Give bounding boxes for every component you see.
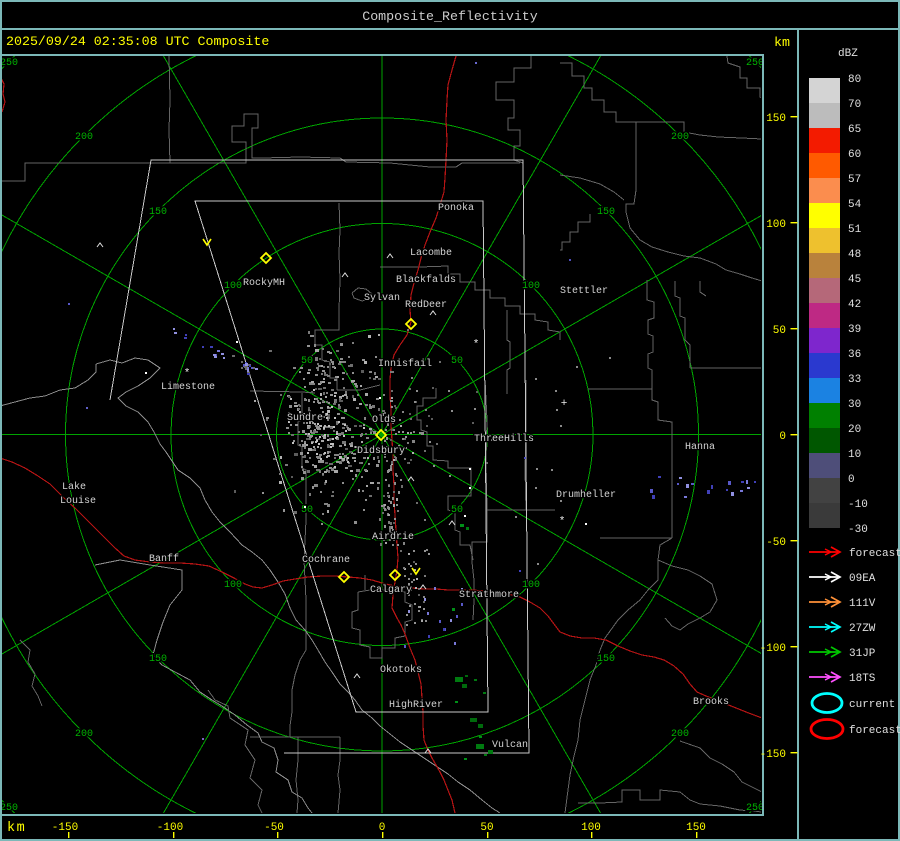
svg-text:0: 0	[848, 474, 855, 486]
svg-text:0: 0	[379, 822, 386, 834]
svg-text:50: 50	[301, 356, 313, 367]
svg-text:200: 200	[75, 132, 93, 143]
svg-text:57: 57	[848, 174, 861, 186]
svg-text:Banff: Banff	[149, 553, 179, 565]
svg-text:51: 51	[848, 224, 862, 236]
svg-text:HighRiver: HighRiver	[389, 699, 443, 711]
svg-text:-150: -150	[52, 822, 78, 834]
svg-text:45: 45	[848, 274, 861, 286]
svg-text:*: *	[184, 368, 191, 380]
svg-text:RedDeer: RedDeer	[405, 299, 447, 311]
svg-text:18TS: 18TS	[849, 673, 876, 685]
svg-text:Lake: Lake	[62, 481, 86, 493]
svg-text:39: 39	[848, 324, 861, 336]
svg-text:Calgary: Calgary	[370, 584, 412, 596]
svg-text:-30: -30	[848, 524, 868, 536]
svg-text:50: 50	[451, 505, 463, 516]
svg-text:Okotoks: Okotoks	[380, 664, 422, 676]
svg-text:100: 100	[522, 281, 540, 292]
svg-text:50: 50	[301, 505, 313, 516]
svg-text:km: km	[7, 821, 26, 836]
svg-text:150: 150	[149, 207, 167, 218]
svg-text:Blackfalds: Blackfalds	[396, 274, 456, 286]
svg-text:200: 200	[75, 729, 93, 740]
svg-text:36: 36	[848, 349, 861, 361]
svg-text:250: 250	[746, 58, 764, 69]
svg-text:Stettler: Stettler	[560, 285, 608, 297]
svg-text:33: 33	[848, 374, 861, 386]
svg-text:31JP: 31JP	[849, 648, 876, 660]
svg-text:250: 250	[746, 803, 764, 814]
svg-text:30: 30	[848, 399, 861, 411]
svg-text:200: 200	[671, 132, 689, 143]
svg-text:100: 100	[224, 281, 242, 292]
svg-text:+: +	[561, 398, 568, 410]
svg-text:-100: -100	[760, 643, 786, 655]
svg-text:65: 65	[848, 124, 861, 136]
svg-text:RockyMH: RockyMH	[243, 277, 285, 289]
svg-text:forecast: forecast	[849, 725, 900, 737]
svg-text:-150: -150	[760, 749, 786, 761]
svg-text:150: 150	[686, 822, 706, 834]
svg-text:100: 100	[522, 580, 540, 591]
svg-text:48: 48	[848, 249, 861, 261]
svg-text:Strathmore: Strathmore	[459, 589, 519, 601]
svg-text:250: 250	[0, 58, 18, 69]
svg-text:150: 150	[766, 113, 786, 125]
svg-text:50: 50	[451, 356, 463, 367]
svg-text:ThreeHills: ThreeHills	[474, 433, 534, 445]
svg-text:10: 10	[848, 449, 861, 461]
svg-text:Cochrane: Cochrane	[302, 554, 350, 566]
svg-text:Ponoka: Ponoka	[438, 202, 474, 214]
svg-text:-100: -100	[157, 822, 183, 834]
svg-text:Hanna: Hanna	[685, 442, 715, 453]
svg-text:50: 50	[773, 325, 786, 337]
svg-text:Sylvan: Sylvan	[364, 292, 400, 304]
svg-text:60: 60	[848, 149, 861, 161]
svg-text:Innisfail: Innisfail	[378, 358, 432, 370]
svg-text:100: 100	[581, 822, 601, 834]
svg-text:150: 150	[597, 654, 615, 665]
svg-text:150: 150	[149, 654, 167, 665]
svg-text:250: 250	[0, 803, 18, 814]
svg-text:forecast: forecast	[849, 548, 900, 560]
svg-text:80: 80	[848, 74, 861, 86]
svg-text:Sundre: Sundre	[287, 412, 323, 424]
svg-text:-50: -50	[766, 537, 786, 549]
svg-text:20: 20	[848, 424, 861, 436]
svg-text:54: 54	[848, 199, 862, 211]
svg-text:100: 100	[766, 219, 786, 231]
svg-text:09EA: 09EA	[849, 573, 876, 585]
svg-text:km: km	[774, 35, 790, 50]
svg-text:2025/09/24 02:35:08 UTC Compos: 2025/09/24 02:35:08 UTC Composite	[6, 34, 269, 49]
svg-text:current: current	[849, 699, 895, 711]
svg-text:dBZ: dBZ	[838, 48, 858, 60]
svg-text:42: 42	[848, 299, 861, 311]
svg-text:-50: -50	[264, 822, 284, 834]
svg-text:Lacombe: Lacombe	[410, 247, 452, 259]
svg-text:Drumheller: Drumheller	[556, 489, 616, 501]
svg-text:111V: 111V	[849, 598, 876, 610]
svg-text:Olds: Olds	[372, 414, 396, 426]
svg-text:100: 100	[224, 580, 242, 591]
svg-text:Vulcan: Vulcan	[492, 739, 528, 751]
svg-text:Brooks: Brooks	[693, 696, 729, 708]
svg-text:Louise: Louise	[60, 495, 96, 507]
svg-text:Limestone: Limestone	[161, 381, 215, 393]
svg-text:200: 200	[671, 729, 689, 740]
svg-text:0: 0	[779, 431, 786, 443]
svg-text:-10: -10	[848, 499, 868, 511]
svg-text:150: 150	[597, 207, 615, 218]
svg-text:70: 70	[848, 99, 861, 111]
svg-text:27ZW: 27ZW	[849, 623, 876, 635]
svg-text:Didsbury: Didsbury	[357, 445, 405, 457]
svg-text:*: *	[559, 516, 566, 528]
svg-text:Airdrie: Airdrie	[372, 531, 414, 543]
svg-text:Composite_Reflectivity: Composite_Reflectivity	[362, 9, 538, 24]
svg-text:50: 50	[480, 822, 493, 834]
svg-text:*: *	[473, 339, 480, 351]
